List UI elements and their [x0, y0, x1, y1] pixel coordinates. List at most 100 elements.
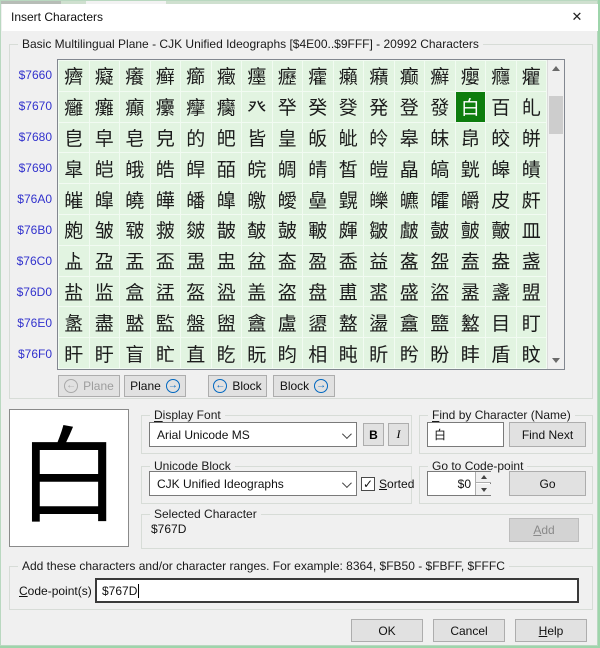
char-cell[interactable]: 癧 — [273, 61, 303, 91]
find-next-button[interactable]: Find Next — [509, 422, 586, 447]
char-cell[interactable]: 盬 — [425, 307, 455, 337]
char-cell[interactable]: 癨 — [303, 61, 333, 91]
char-cell[interactable]: 盲 — [120, 338, 150, 368]
char-cell[interactable]: 皪 — [364, 184, 394, 214]
char-cell[interactable]: 皶 — [242, 215, 272, 245]
char-cell[interactable]: 益 — [364, 246, 394, 276]
char-cell[interactable]: 皑 — [90, 153, 120, 183]
spinner-down-button[interactable] — [476, 484, 491, 495]
plane-next-button[interactable]: Plane → — [124, 375, 186, 397]
char-cell[interactable]: 癶 — [242, 92, 272, 122]
char-cell[interactable]: 盷 — [273, 338, 303, 368]
char-cell[interactable]: 直 — [181, 338, 211, 368]
char-cell[interactable]: 皭 — [456, 184, 486, 214]
char-cell[interactable]: 皗 — [273, 153, 303, 183]
char-cell[interactable]: 癯 — [517, 61, 547, 91]
char-cell[interactable]: 皽 — [456, 215, 486, 245]
char-cell[interactable]: 目 — [486, 307, 516, 337]
char-cell[interactable]: 盁 — [90, 246, 120, 276]
spinner-up-button[interactable] — [476, 472, 491, 483]
char-cell[interactable]: 皍 — [456, 123, 486, 153]
char-cell[interactable]: 盪 — [364, 307, 394, 337]
char-cell[interactable]: 盽 — [456, 338, 486, 368]
char-cell[interactable]: 盥 — [212, 307, 242, 337]
block-prev-button[interactable]: ← Block — [208, 375, 267, 397]
char-cell[interactable]: 癢 — [120, 61, 150, 91]
unicode-block-select[interactable]: CJK Unified Ideographs — [149, 471, 357, 496]
bold-button[interactable]: B — [363, 423, 384, 446]
char-cell[interactable]: 盨 — [303, 307, 333, 337]
char-cell[interactable]: 癬 — [425, 61, 455, 91]
char-cell[interactable]: 癸 — [303, 92, 333, 122]
cancel-button[interactable]: Cancel — [433, 619, 505, 642]
char-cell[interactable]: 癮 — [486, 61, 516, 91]
char-cell[interactable]: 皆 — [242, 123, 272, 153]
char-cell[interactable]: 盿 — [517, 338, 547, 368]
display-font-select[interactable]: Arial Unicode MS — [149, 422, 357, 447]
char-cell[interactable]: 盀 — [59, 246, 89, 276]
char-cell[interactable]: 皾 — [486, 215, 516, 245]
char-cell[interactable]: 盛 — [395, 277, 425, 307]
char-cell[interactable]: 皃 — [151, 123, 181, 153]
char-cell[interactable]: 皓 — [151, 153, 181, 183]
char-cell-selected[interactable]: 白 — [456, 92, 486, 122]
scroll-down-button[interactable] — [548, 352, 564, 369]
char-cell[interactable]: 癹 — [334, 92, 364, 122]
char-cell[interactable]: 盐 — [59, 277, 89, 307]
ok-button[interactable]: OK — [351, 619, 423, 642]
char-cell[interactable]: 皧 — [273, 184, 303, 214]
char-cell[interactable]: 皹 — [334, 215, 364, 245]
char-cell[interactable]: 盹 — [334, 338, 364, 368]
char-cell[interactable]: 盡 — [90, 307, 120, 337]
char-cell[interactable]: 皕 — [212, 153, 242, 183]
char-cell[interactable]: 癰 — [59, 92, 89, 122]
char-cell[interactable]: 皜 — [425, 153, 455, 183]
char-cell[interactable]: 盦 — [242, 307, 272, 337]
char-cell[interactable]: 盫 — [395, 307, 425, 337]
char-cell[interactable]: 監 — [151, 307, 181, 337]
char-cell[interactable]: 盶 — [242, 338, 272, 368]
char-cell[interactable]: 皴 — [181, 215, 211, 245]
char-cell[interactable]: 盗 — [273, 277, 303, 307]
char-cell[interactable]: 盋 — [395, 246, 425, 276]
char-cell[interactable]: 皈 — [303, 123, 333, 153]
char-cell[interactable]: 盜 — [425, 277, 455, 307]
char-cell[interactable]: 癿 — [517, 92, 547, 122]
char-cell[interactable]: 皣 — [151, 184, 181, 214]
char-cell[interactable]: 癱 — [90, 92, 120, 122]
char-cell[interactable]: 皰 — [59, 215, 89, 245]
char-cell[interactable]: 盏 — [517, 246, 547, 276]
char-cell[interactable]: 的 — [181, 123, 211, 153]
char-cell[interactable]: 盓 — [151, 277, 181, 307]
char-cell[interactable]: 相 — [303, 338, 333, 368]
char-cell[interactable]: 皤 — [181, 184, 211, 214]
char-cell[interactable]: 發 — [425, 92, 455, 122]
char-cell[interactable]: 癣 — [151, 61, 181, 91]
char-cell[interactable]: 盂 — [120, 246, 150, 276]
char-cell[interactable]: 百 — [486, 92, 516, 122]
char-cell[interactable]: 皝 — [456, 153, 486, 183]
char-cell[interactable]: 盘 — [303, 277, 333, 307]
char-cell[interactable]: 癷 — [273, 92, 303, 122]
sorted-checkbox[interactable]: ✓ — [361, 477, 375, 491]
char-cell[interactable]: 盄 — [181, 246, 211, 276]
char-cell[interactable]: 皊 — [364, 123, 394, 153]
find-character-input[interactable]: 白 — [427, 422, 504, 447]
char-cell[interactable]: 盩 — [334, 307, 364, 337]
help-button[interactable]: Help — [515, 619, 587, 642]
char-cell[interactable]: 盤 — [181, 307, 211, 337]
block-next-button[interactable]: Block → — [273, 375, 335, 397]
char-cell[interactable]: 盠 — [59, 307, 89, 337]
char-cell[interactable]: 盔 — [181, 277, 211, 307]
char-cell[interactable]: 皲 — [120, 215, 150, 245]
char-cell[interactable]: 盖 — [242, 277, 272, 307]
char-cell[interactable]: 盾 — [486, 338, 516, 368]
scroll-up-button[interactable] — [548, 60, 564, 77]
char-cell[interactable]: 盱 — [90, 338, 120, 368]
char-cell[interactable]: 盕 — [212, 277, 242, 307]
char-cell[interactable]: 癡 — [90, 61, 120, 91]
char-cell[interactable]: 癠 — [59, 61, 89, 91]
char-cell[interactable]: 皟 — [517, 153, 547, 183]
char-cell[interactable]: 盃 — [151, 246, 181, 276]
char-cell[interactable]: 盍 — [456, 246, 486, 276]
